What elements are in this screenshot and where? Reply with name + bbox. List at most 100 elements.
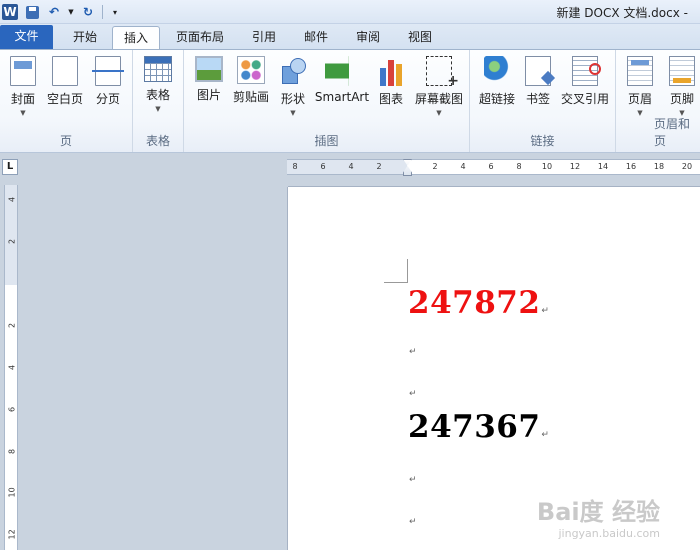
ruler-tick: 4 <box>7 364 17 371</box>
ruler-tick: 4 <box>460 162 466 171</box>
tab-home[interactable]: 开始 <box>60 26 110 49</box>
undo-dropdown-icon[interactable]: ▼ <box>68 4 74 20</box>
chart-label: 图表 <box>378 92 403 106</box>
cross-reference-label: 交叉引用 <box>560 92 609 106</box>
page-break-button[interactable]: 分页 <box>90 54 126 107</box>
hyperlink-button[interactable]: 超链接 <box>474 54 520 107</box>
ruler-tick: 12 <box>569 162 581 171</box>
clipart-icon <box>237 56 265 84</box>
cover-page-label: 封面 <box>10 92 35 106</box>
number-red[interactable]: 247872 <box>408 285 540 321</box>
page-break-icon <box>92 56 124 86</box>
save-icon[interactable] <box>24 4 40 20</box>
paragraph-mark: ↵ <box>409 517 417 527</box>
ruler-tick: 18 <box>653 162 665 171</box>
paragraph-mark: ↵ <box>541 430 549 440</box>
ruler-left-margin <box>287 160 407 174</box>
title-bar: W ↶ ▼ ↻ ▾ 新建 DOCX 文档.docx - <box>0 0 700 24</box>
tab-view[interactable]: 视图 <box>398 26 442 49</box>
customize-toolbar-icon[interactable]: ▾ <box>107 4 123 20</box>
undo-icon[interactable]: ↶ <box>46 4 62 20</box>
ruler-tick: 2 <box>376 162 382 171</box>
number-black[interactable]: 247367 <box>408 409 540 445</box>
tab-insert[interactable]: 插入 <box>112 26 160 49</box>
ribbon-insert: 封面 ▼ 空白页 分页 页 表格 ▼ 表格 图片 剪贴画 形状 ▼ SmartA… <box>0 49 700 153</box>
group-illustrations: 图片 剪贴画 形状 ▼ SmartArt 图表 屏幕截图 ▼ 插图 <box>184 50 470 152</box>
clipart-button[interactable]: 剪贴画 <box>230 54 272 105</box>
ruler-tick: 4 <box>7 196 17 203</box>
shapes-button[interactable]: 形状 ▼ <box>276 54 310 117</box>
bookmark-label: 书签 <box>525 92 550 106</box>
ruler-tick: 6 <box>488 162 494 171</box>
paragraph-1[interactable]: 247872↵ <box>408 285 549 321</box>
ruler-tick: 20 <box>681 162 693 171</box>
group-illustrations-label: 插图 <box>314 134 339 148</box>
ruler-tick: 2 <box>7 322 17 329</box>
smartart-label: SmartArt <box>314 90 370 104</box>
group-pages-label: 页 <box>59 134 72 148</box>
watermark-brand: Bai度 经验 <box>536 498 660 526</box>
paragraph-5[interactable]: ↵ <box>408 471 417 485</box>
paragraph-mark: ↵ <box>409 475 417 485</box>
bookmark-button[interactable]: 书签 <box>522 54 554 107</box>
ruler-tick: 8 <box>7 448 17 455</box>
tab-mailings[interactable]: 邮件 <box>294 26 338 49</box>
paragraph-mark: ↵ <box>409 347 417 357</box>
margin-corner-mark <box>384 259 408 283</box>
word-app-icon[interactable]: W <box>2 4 18 20</box>
chart-button[interactable]: 图表 <box>374 54 408 107</box>
ruler-tick: 2 <box>7 238 17 245</box>
clipart-label: 剪贴画 <box>232 90 269 104</box>
paragraph-6[interactable]: ↵ <box>408 513 417 527</box>
shapes-icon <box>280 56 306 86</box>
document-page[interactable]: 247872↵ ↵ ↵ 247367↵ ↵ ↵ Bai度 经验 jingyan.… <box>288 187 700 550</box>
paragraph-3[interactable]: ↵ <box>408 385 417 399</box>
picture-button[interactable]: 图片 <box>192 54 226 103</box>
smartart-button[interactable]: SmartArt <box>314 54 370 104</box>
ruler-tick: 16 <box>625 162 637 171</box>
blank-page-icon <box>52 56 78 86</box>
tab-file[interactable]: 文件 <box>0 25 53 49</box>
dropdown-arrow-icon: ▼ <box>20 109 26 117</box>
footer-icon <box>669 56 695 86</box>
horizontal-ruler[interactable]: 8 6 4 2 2 4 6 8 10 12 14 16 18 20 <box>287 159 700 176</box>
cover-page-icon <box>10 56 36 86</box>
group-header-footer: 页眉 ▼ 页脚 ▼ 页眉和页 <box>616 50 700 152</box>
table-button[interactable]: 表格 ▼ <box>139 54 177 113</box>
cover-page-button[interactable]: 封面 ▼ <box>6 54 40 117</box>
dropdown-arrow-icon: ▼ <box>155 105 161 113</box>
dropdown-arrow-icon: ▼ <box>290 109 296 117</box>
ruler-tick: 10 <box>541 162 553 171</box>
screenshot-icon <box>426 56 459 89</box>
paragraph-mark: ↵ <box>541 306 549 316</box>
ruler-tick: 2 <box>432 162 438 171</box>
tab-review[interactable]: 审阅 <box>346 26 390 49</box>
footer-button[interactable]: 页脚 ▼ <box>666 54 698 117</box>
vertical-ruler[interactable]: 4 2 2 4 6 8 10 12 <box>4 185 18 550</box>
picture-label: 图片 <box>196 88 221 102</box>
ruler-tick: 10 <box>7 487 17 498</box>
footer-label: 页脚 <box>669 92 694 106</box>
toolbar-divider <box>102 5 103 19</box>
tab-references[interactable]: 引用 <box>242 26 286 49</box>
group-links-label: 链接 <box>530 134 555 148</box>
paragraph-2[interactable]: ↵ <box>408 343 417 357</box>
dropdown-arrow-icon: ▼ <box>436 109 442 117</box>
header-button[interactable]: 页眉 ▼ <box>624 54 656 117</box>
shapes-label: 形状 <box>280 92 305 106</box>
table-icon <box>144 56 172 82</box>
redo-icon[interactable]: ↻ <box>80 4 96 20</box>
picture-icon <box>195 56 223 82</box>
cross-reference-button[interactable]: 交叉引用 <box>558 54 612 107</box>
ruler-tick: 8 <box>292 162 298 171</box>
smartart-icon <box>325 56 359 86</box>
blank-page-button[interactable]: 空白页 <box>44 54 86 107</box>
group-pages: 封面 ▼ 空白页 分页 页 <box>0 50 133 152</box>
tab-selector-button[interactable]: L <box>2 159 18 175</box>
header-icon <box>627 56 653 86</box>
blank-page-label: 空白页 <box>46 92 83 106</box>
hyperlink-label: 超链接 <box>478 92 515 106</box>
tab-page-layout[interactable]: 页面布局 <box>168 26 232 49</box>
screenshot-button[interactable]: 屏幕截图 ▼ <box>412 54 466 117</box>
paragraph-4[interactable]: 247367↵ <box>408 409 549 445</box>
